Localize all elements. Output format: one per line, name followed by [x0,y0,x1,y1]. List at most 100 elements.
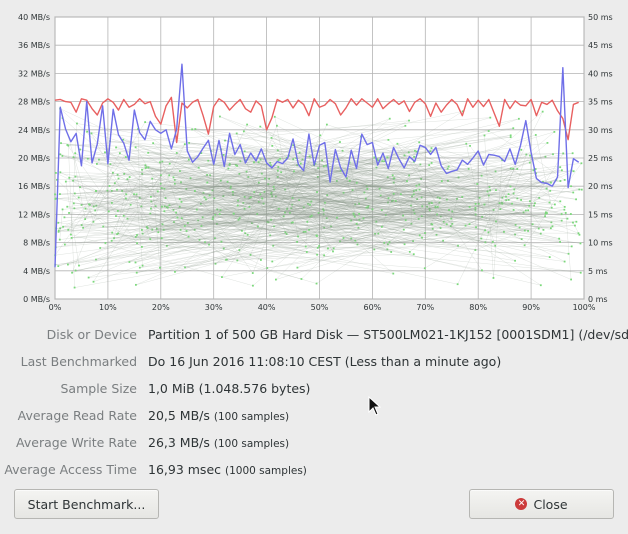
access-time-point [271,260,274,263]
access-time-point [194,128,197,131]
access-time-point [187,235,190,238]
access-time-point [156,190,159,193]
prop-row-sample-size: Sample Size 1,0 MiB (1.048.576 bytes) [0,381,628,401]
access-time-point [179,170,181,172]
prop-row-read-rate: Average Read Rate 20,5 MB/s (100 samples… [0,408,628,428]
prop-row-access-time: Average Access Time 16,93 msec (1000 sam… [0,462,628,482]
access-time-point [125,193,128,196]
access-time-point [570,185,572,188]
start-benchmark-button[interactable]: Start Benchmark... [14,489,159,519]
y-right-tick-label: 35 ms [588,98,613,107]
x-tick-label: 90% [522,303,540,312]
y-left-tick-label: 28 MB/s [18,98,50,107]
access-time-point [323,254,326,257]
y-left-tick-label: 40 MB/s [18,13,50,22]
prop-row-last-benchmarked: Last Benchmarked Do 16 Jun 2016 11:08:10… [0,354,628,374]
y-left-tick-label: 12 MB/s [18,210,50,219]
access-time-point [380,225,383,228]
access-time-point [250,196,252,199]
prop-value: 1,0 MiB (1.048.576 bytes) [148,381,311,396]
close-label: Close [533,496,568,512]
access-time-point [440,180,443,183]
y-left-tick-label: 24 MB/s [18,126,50,135]
prop-value: Do 16 Jun 2016 11:08:10 CEST (Less than … [148,354,502,369]
prop-row-device: Disk or Device Partition 1 of 500 GB Har… [0,327,628,347]
access-time-point [517,117,520,120]
y-right-tick-label: 50 ms [588,13,613,22]
x-tick-label: 70% [416,303,434,312]
prop-note: (1000 samples) [225,465,307,477]
y-left-tick-label: 20 MB/s [18,154,50,163]
y-right-tick-label: 0 ms [588,295,608,304]
y-right-tick-label: 40 ms [588,69,613,78]
access-time-point [253,161,255,164]
benchmark-chart: 0% 10% 20% 30% 40% 50% 60% 70% 80% 90% 100% 0 MB/s 0… [0,0,628,316]
y-right-tick-label: 5 ms [588,267,608,276]
y-left-tick-label: 8 MB/s [23,239,50,248]
x-tick-label: 80% [469,303,487,312]
access-time-point [86,157,89,160]
x-tick-label: 100% [573,303,596,312]
prop-label: Sample Size [60,381,137,396]
access-time-point [144,164,147,167]
access-time-point [242,130,245,133]
access-time-point [529,154,531,157]
access-time-point [430,162,433,164]
y-left-tick-label: 16 MB/s [18,182,50,191]
y-right-tick-label: 10 ms [588,239,613,248]
prop-label: Average Access Time [4,462,137,477]
prop-value: 16,93 msec [148,462,222,477]
access-time-point [339,141,341,143]
prop-value-group: 16,93 msec (1000 samples) [148,462,307,477]
mouse-pointer-icon [368,396,382,416]
benchmark-chart-svg: 0% 10% 20% 30% 40% 50% 60% 70% 80% 90% 100% 0 MB/s 0… [18,13,613,312]
y-left-tick-label: 0 MB/s [23,295,50,304]
x-tick-label: 30% [205,303,223,312]
access-time-point [252,284,254,287]
close-circle-icon: ✕ [515,498,528,510]
access-time-point [235,132,238,135]
x-tick-label: 50% [311,303,329,312]
prop-note: (100 samples) [213,411,290,423]
x-tick-label: 20% [152,303,170,312]
access-time-point [206,181,209,184]
access-time-point [512,127,515,130]
prop-value-group: 20,5 MB/s (100 samples) [148,408,289,423]
prop-label: Average Write Rate [16,435,137,450]
y-right-tick-label: 30 ms [588,126,613,135]
y-left-tick-label: 32 MB/s [18,69,50,78]
start-benchmark-label: Start Benchmark... [27,496,146,512]
prop-label: Last Benchmarked [20,354,137,369]
access-time-point [175,211,178,214]
prop-value: 26,3 MB/s [148,435,210,450]
prop-label: Average Read Rate [17,408,137,423]
x-tick-label: 60% [364,303,382,312]
prop-value: Partition 1 of 500 GB Hard Disk — ST500L… [148,327,628,342]
y-right-tick-label: 25 ms [588,154,613,163]
access-time-point [520,148,523,151]
access-time-point [280,171,283,174]
x-tick-label: 0% [49,303,62,312]
access-time-point [523,244,526,247]
y-left-tick-label: 36 MB/s [18,41,50,50]
access-time-point [226,180,229,183]
x-tick-label: 40% [258,303,276,312]
access-time-point [134,261,137,264]
close-button[interactable]: ✕ Close [469,489,614,519]
access-time-point [342,237,345,239]
y-left-tick-label: 4 MB/s [23,267,50,276]
prop-value: 20,5 MB/s [148,408,210,423]
x-tick-label: 10% [99,303,117,312]
prop-value-group: 26,3 MB/s (100 samples) [148,435,289,450]
access-time-point [124,197,127,200]
access-time-point [259,125,262,128]
y-right-tick-label: 45 ms [588,41,613,50]
access-time-point [104,242,107,244]
prop-note: (100 samples) [213,438,290,450]
access-time-point [534,134,537,136]
y-right-tick-label: 15 ms [588,210,613,219]
prop-label: Disk or Device [46,327,137,342]
y-right-tick-label: 20 ms [588,182,613,191]
access-time-point [149,238,152,241]
access-time-point [545,187,548,190]
